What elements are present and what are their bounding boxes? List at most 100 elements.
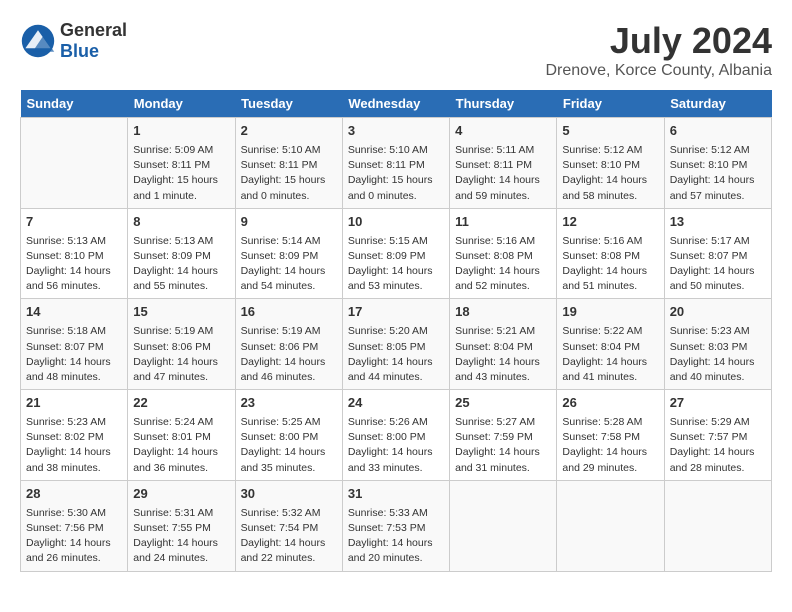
calendar-day-cell: 30 Sunrise: 5:32 AMSunset: 7:54 PMDayligh… <box>235 480 342 571</box>
page-header: General Blue July 2024 Drenove, Korce Co… <box>20 20 772 80</box>
calendar-week-row: 21 Sunrise: 5:23 AMSunset: 8:02 PMDayligh… <box>21 390 772 481</box>
calendar-day-cell: 28 Sunrise: 5:30 AMSunset: 7:56 PMDayligh… <box>21 480 128 571</box>
calendar-day-cell: 18 Sunrise: 5:21 AMSunset: 8:04 PMDayligh… <box>450 299 557 390</box>
day-info: Sunrise: 5:12 AMSunset: 8:10 PMDaylight:… <box>670 143 766 204</box>
day-info: Sunrise: 5:27 AMSunset: 7:59 PMDaylight:… <box>455 415 551 476</box>
day-info: Sunrise: 5:15 AMSunset: 8:09 PMDaylight:… <box>348 234 444 295</box>
day-number: 17 <box>348 303 444 322</box>
calendar-day-cell <box>557 480 664 571</box>
day-info: Sunrise: 5:32 AMSunset: 7:54 PMDaylight:… <box>241 506 337 567</box>
day-info: Sunrise: 5:33 AMSunset: 7:53 PMDaylight:… <box>348 506 444 567</box>
day-number: 7 <box>26 213 122 232</box>
calendar-day-cell: 8 Sunrise: 5:13 AMSunset: 8:09 PMDaylight… <box>128 208 235 299</box>
day-number: 12 <box>562 213 658 232</box>
day-info: Sunrise: 5:19 AMSunset: 8:06 PMDaylight:… <box>241 324 337 385</box>
calendar-day-cell: 27 Sunrise: 5:29 AMSunset: 7:57 PMDayligh… <box>664 390 771 481</box>
day-number: 19 <box>562 303 658 322</box>
calendar-week-row: 14 Sunrise: 5:18 AMSunset: 8:07 PMDayligh… <box>21 299 772 390</box>
calendar-day-cell: 16 Sunrise: 5:19 AMSunset: 8:06 PMDayligh… <box>235 299 342 390</box>
logo-general: General <box>60 20 127 41</box>
day-number: 11 <box>455 213 551 232</box>
day-info: Sunrise: 5:10 AMSunset: 8:11 PMDaylight:… <box>348 143 444 204</box>
day-info: Sunrise: 5:23 AMSunset: 8:02 PMDaylight:… <box>26 415 122 476</box>
weekday-header-cell: Thursday <box>450 90 557 118</box>
day-info: Sunrise: 5:09 AMSunset: 8:11 PMDaylight:… <box>133 143 229 204</box>
calendar-day-cell: 22 Sunrise: 5:24 AMSunset: 8:01 PMDayligh… <box>128 390 235 481</box>
calendar-day-cell: 24Sunrise: 5:26 AMSunset: 8:00 PMDayligh… <box>342 390 449 481</box>
day-info: Sunrise: 5:20 AMSunset: 8:05 PMDaylight:… <box>348 324 444 385</box>
day-info: Sunrise: 5:13 AMSunset: 8:09 PMDaylight:… <box>133 234 229 295</box>
calendar-day-cell: 9Sunrise: 5:14 AMSunset: 8:09 PMDaylight… <box>235 208 342 299</box>
calendar-day-cell: 7 Sunrise: 5:13 AMSunset: 8:10 PMDaylight… <box>21 208 128 299</box>
weekday-header-cell: Sunday <box>21 90 128 118</box>
calendar-day-cell: 13Sunrise: 5:17 AMSunset: 8:07 PMDayligh… <box>664 208 771 299</box>
month-title: July 2024 <box>546 20 773 62</box>
day-number: 10 <box>348 213 444 232</box>
day-info: Sunrise: 5:16 AMSunset: 8:08 PMDaylight:… <box>562 234 658 295</box>
weekday-header-row: SundayMondayTuesdayWednesdayThursdayFrid… <box>21 90 772 118</box>
calendar-day-cell: 19Sunrise: 5:22 AMSunset: 8:04 PMDayligh… <box>557 299 664 390</box>
day-info: Sunrise: 5:28 AMSunset: 7:58 PMDaylight:… <box>562 415 658 476</box>
weekday-header-cell: Monday <box>128 90 235 118</box>
day-number: 18 <box>455 303 551 322</box>
logo: General Blue <box>20 20 127 62</box>
location-title: Drenove, Korce County, Albania <box>546 62 773 80</box>
day-number: 3 <box>348 122 444 141</box>
weekday-header-cell: Tuesday <box>235 90 342 118</box>
day-number: 16 <box>241 303 337 322</box>
day-number: 14 <box>26 303 122 322</box>
day-number: 21 <box>26 394 122 413</box>
day-number: 2 <box>241 122 337 141</box>
day-info: Sunrise: 5:12 AMSunset: 8:10 PMDaylight:… <box>562 143 658 204</box>
calendar-body: 1 Sunrise: 5:09 AMSunset: 8:11 PMDaylight… <box>21 118 772 572</box>
day-number: 30 <box>241 485 337 504</box>
calendar-day-cell <box>664 480 771 571</box>
calendar-table: SundayMondayTuesdayWednesdayThursdayFrid… <box>20 90 772 572</box>
calendar-day-cell: 12 Sunrise: 5:16 AMSunset: 8:08 PMDayligh… <box>557 208 664 299</box>
day-number: 6 <box>670 122 766 141</box>
calendar-day-cell: 11 Sunrise: 5:16 AMSunset: 8:08 PMDayligh… <box>450 208 557 299</box>
day-info: Sunrise: 5:18 AMSunset: 8:07 PMDaylight:… <box>26 324 122 385</box>
day-info: Sunrise: 5:16 AMSunset: 8:08 PMDaylight:… <box>455 234 551 295</box>
calendar-day-cell: 2 Sunrise: 5:10 AMSunset: 8:11 PMDaylight… <box>235 118 342 209</box>
day-number: 8 <box>133 213 229 232</box>
day-info: Sunrise: 5:30 AMSunset: 7:56 PMDaylight:… <box>26 506 122 567</box>
logo-blue: Blue <box>60 41 127 62</box>
weekday-header-cell: Friday <box>557 90 664 118</box>
calendar-day-cell: 20Sunrise: 5:23 AMSunset: 8:03 PMDayligh… <box>664 299 771 390</box>
day-info: Sunrise: 5:17 AMSunset: 8:07 PMDaylight:… <box>670 234 766 295</box>
calendar-day-cell <box>450 480 557 571</box>
day-number: 23 <box>241 394 337 413</box>
day-number: 26 <box>562 394 658 413</box>
day-info: Sunrise: 5:24 AMSunset: 8:01 PMDaylight:… <box>133 415 229 476</box>
calendar-day-cell: 1 Sunrise: 5:09 AMSunset: 8:11 PMDaylight… <box>128 118 235 209</box>
calendar-day-cell: 17 Sunrise: 5:20 AMSunset: 8:05 PMDayligh… <box>342 299 449 390</box>
day-number: 24 <box>348 394 444 413</box>
day-info: Sunrise: 5:19 AMSunset: 8:06 PMDaylight:… <box>133 324 229 385</box>
calendar-week-row: 28 Sunrise: 5:30 AMSunset: 7:56 PMDayligh… <box>21 480 772 571</box>
calendar-day-cell <box>21 118 128 209</box>
day-number: 1 <box>133 122 229 141</box>
day-info: Sunrise: 5:23 AMSunset: 8:03 PMDaylight:… <box>670 324 766 385</box>
day-info: Sunrise: 5:11 AMSunset: 8:11 PMDaylight:… <box>455 143 551 204</box>
day-info: Sunrise: 5:10 AMSunset: 8:11 PMDaylight:… <box>241 143 337 204</box>
day-number: 28 <box>26 485 122 504</box>
day-number: 5 <box>562 122 658 141</box>
calendar-day-cell: 15Sunrise: 5:19 AMSunset: 8:06 PMDayligh… <box>128 299 235 390</box>
calendar-day-cell: 3 Sunrise: 5:10 AMSunset: 8:11 PMDaylight… <box>342 118 449 209</box>
calendar-week-row: 7 Sunrise: 5:13 AMSunset: 8:10 PMDaylight… <box>21 208 772 299</box>
calendar-day-cell: 14 Sunrise: 5:18 AMSunset: 8:07 PMDayligh… <box>21 299 128 390</box>
day-number: 4 <box>455 122 551 141</box>
day-number: 22 <box>133 394 229 413</box>
day-number: 9 <box>241 213 337 232</box>
day-info: Sunrise: 5:29 AMSunset: 7:57 PMDaylight:… <box>670 415 766 476</box>
day-info: Sunrise: 5:13 AMSunset: 8:10 PMDaylight:… <box>26 234 122 295</box>
day-info: Sunrise: 5:25 AMSunset: 8:00 PMDaylight:… <box>241 415 337 476</box>
calendar-day-cell: 10 Sunrise: 5:15 AMSunset: 8:09 PMDayligh… <box>342 208 449 299</box>
calendar-day-cell: 21 Sunrise: 5:23 AMSunset: 8:02 PMDayligh… <box>21 390 128 481</box>
day-info: Sunrise: 5:21 AMSunset: 8:04 PMDaylight:… <box>455 324 551 385</box>
day-number: 25 <box>455 394 551 413</box>
day-number: 31 <box>348 485 444 504</box>
weekday-header-cell: Wednesday <box>342 90 449 118</box>
day-number: 27 <box>670 394 766 413</box>
